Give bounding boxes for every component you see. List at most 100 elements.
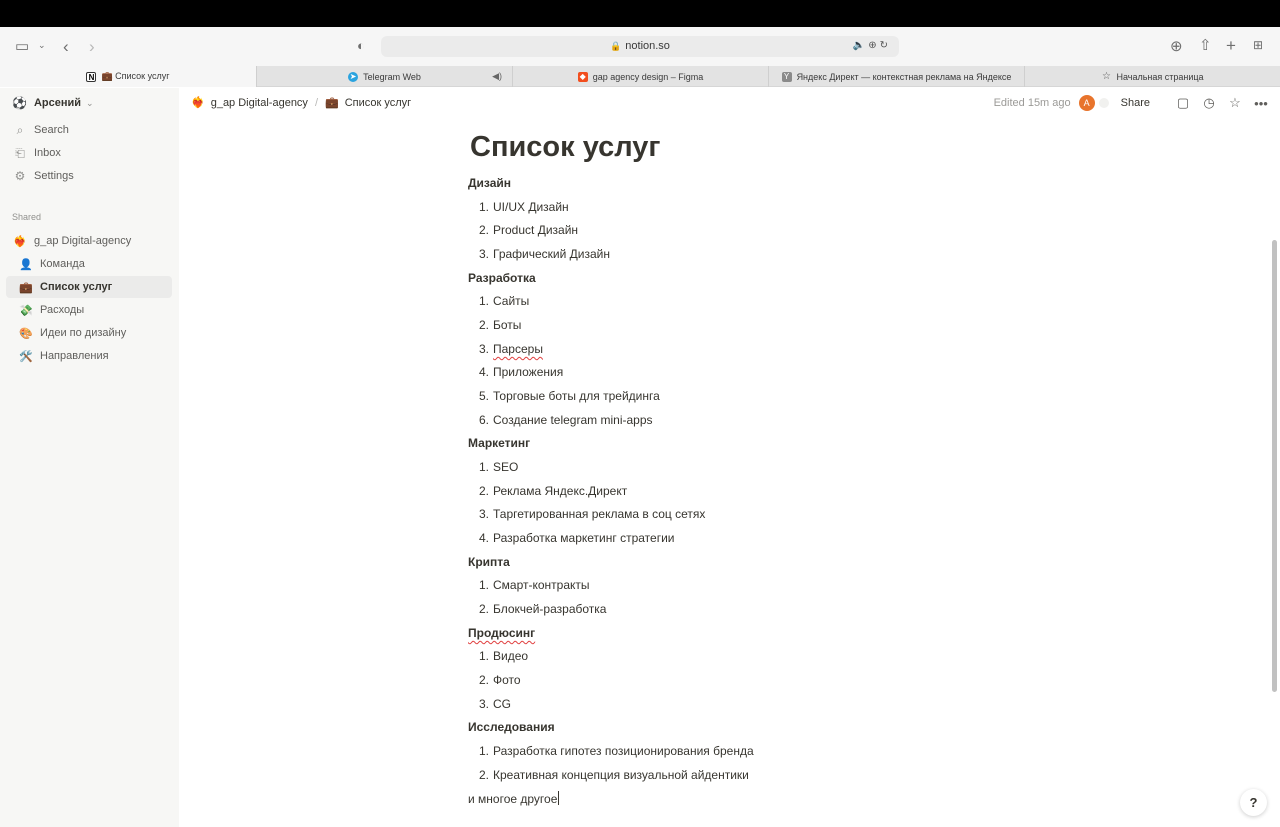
section-heading[interactable]: Крипта bbox=[468, 555, 510, 569]
chevron-down-icon[interactable]: ⌄ bbox=[38, 41, 46, 50]
audio-translate-reload-icon[interactable]: 🔈⊕↻ bbox=[853, 40, 891, 51]
comment-icon[interactable]: ▢ bbox=[1176, 95, 1190, 111]
address-bar[interactable]: 🔒 notion.so 🔈⊕↻ bbox=[381, 36, 899, 57]
list-item[interactable]: 1. Разработка гипотез позиционирования бр… bbox=[472, 744, 754, 758]
list-number: 1. bbox=[478, 578, 489, 592]
footer-paragraph[interactable]: и многое другое bbox=[468, 791, 560, 806]
list-item[interactable]: 2. Product Дизайн bbox=[472, 223, 578, 237]
section-heading[interactable]: Разработка bbox=[468, 271, 536, 285]
presence-indicator bbox=[1098, 98, 1109, 108]
list-number: 1. bbox=[478, 649, 489, 663]
list-item[interactable]: 3. Графический Дизайн bbox=[472, 247, 610, 261]
tools-icon: 🛠️ bbox=[19, 350, 33, 363]
page-header: ❤️‍🔥 g_ap Digital-agency / 💼 Список услу… bbox=[179, 88, 1280, 118]
notion-icon: N bbox=[86, 71, 97, 82]
workspace-switcher[interactable]: ⚽ Арсений ⌄ bbox=[12, 96, 94, 110]
breadcrumb-root[interactable]: g_ap Digital-agency bbox=[211, 97, 308, 109]
list-number: 2. bbox=[478, 223, 489, 237]
list-number: 1. bbox=[478, 460, 489, 474]
list-item[interactable]: 1. Смарт-контракты bbox=[472, 578, 590, 592]
list-item[interactable]: 5. Торговые боты для трейдинга bbox=[472, 389, 660, 403]
list-item[interactable]: 4. Разработка маркетинг стратегии bbox=[472, 531, 675, 545]
list-item[interactable]: 2. Креативная концепция визуальной айдент… bbox=[472, 768, 749, 782]
back-arrow-icon[interactable]: ‹ bbox=[63, 38, 69, 55]
avatar[interactable]: A bbox=[1078, 95, 1095, 111]
list-number: 6. bbox=[478, 413, 489, 427]
person-icon: 👤 bbox=[19, 258, 33, 271]
history-clock-icon[interactable]: ◷ bbox=[1202, 95, 1216, 111]
list-number: 2. bbox=[478, 602, 489, 616]
share-icon[interactable]: ⇧ bbox=[1199, 38, 1212, 53]
star-icon[interactable]: ☆ bbox=[1228, 95, 1242, 111]
tab-notion[interactable]: N 💼 Список услуг bbox=[0, 66, 256, 87]
shield-icon[interactable]: ◐ bbox=[357, 39, 365, 52]
list-number: 1. bbox=[478, 294, 489, 308]
grid-icon[interactable]: ⊞ bbox=[1253, 39, 1263, 51]
avatar: ⚽ bbox=[12, 96, 27, 110]
sidebar-item-design-ideas[interactable]: 🎨 Идеи по дизайну bbox=[6, 322, 172, 344]
sidebar-item-search[interactable]: ⌕ Search bbox=[12, 120, 69, 140]
tab-yandex-direct[interactable]: Y Яндекс Директ — контекстная реклама на… bbox=[768, 66, 1024, 87]
breadcrumb-separator: / bbox=[314, 96, 318, 109]
list-item[interactable]: 1. UI/UX Дизайн bbox=[472, 200, 569, 214]
scrollbar[interactable] bbox=[1272, 240, 1277, 692]
sidebar-item-settings[interactable]: ⚙ Settings bbox=[12, 166, 74, 186]
more-icon[interactable]: ••• bbox=[1254, 96, 1268, 111]
plus-icon[interactable]: + bbox=[1226, 37, 1236, 54]
url-text: 🔒 notion.so bbox=[610, 40, 670, 52]
list-number: 4. bbox=[478, 531, 489, 545]
list-item[interactable]: 2. Блокчей-разработка bbox=[472, 602, 606, 616]
speaker-icon[interactable]: ◀) bbox=[492, 71, 502, 82]
tab-telegram[interactable]: ➤ Telegram Web ◀) bbox=[256, 66, 512, 87]
list-item[interactable]: 4. Приложения bbox=[472, 365, 563, 379]
list-number: 3. bbox=[478, 247, 489, 261]
figma-icon: ◆ bbox=[577, 71, 588, 82]
sidebar-item-workspace-root[interactable]: ❤️‍🔥 g_ap Digital-agency bbox=[6, 230, 172, 252]
list-item[interactable]: 1. SEO bbox=[472, 460, 518, 474]
briefcase-icon: 💼 bbox=[19, 281, 33, 294]
search-icon: ⌕ bbox=[16, 122, 24, 137]
tab-bar: N 💼 Список услуг ➤ Telegram Web ◀) ◆ gap… bbox=[0, 66, 1280, 87]
money-icon: 💸 bbox=[19, 304, 33, 317]
section-heading[interactable]: Дизайн bbox=[468, 176, 511, 190]
heart-on-fire-icon: ❤️‍🔥 bbox=[13, 235, 27, 248]
tab-figma[interactable]: ◆ gap agency design – Figma bbox=[512, 66, 768, 87]
list-number: 1. bbox=[478, 200, 489, 214]
list-item[interactable]: 1. Сайты bbox=[472, 294, 529, 308]
list-number: 3. bbox=[478, 697, 489, 711]
breadcrumb-current[interactable]: Список услуг bbox=[345, 97, 411, 109]
page-title[interactable]: Список услуг bbox=[470, 131, 660, 164]
list-number: 2. bbox=[478, 768, 489, 782]
sidebar-item-expenses[interactable]: 💸 Расходы bbox=[6, 299, 172, 321]
list-number: 5. bbox=[478, 389, 489, 403]
list-item[interactable]: 2. Боты bbox=[472, 318, 521, 332]
tab-start-page[interactable]: ☆ Начальная страница bbox=[1024, 66, 1280, 87]
section-heading[interactable]: Маркетинг bbox=[468, 436, 530, 450]
sidebar-toggle-icon[interactable]: ▭ bbox=[15, 39, 29, 54]
list-item[interactable]: 2. Фото bbox=[472, 673, 521, 687]
download-icon[interactable]: ⊕ bbox=[1170, 39, 1183, 54]
section-heading[interactable]: Продюсинг bbox=[468, 626, 535, 640]
header-actions: Edited 15m ago A Share ▢ ◷ ☆ ••• bbox=[994, 95, 1268, 111]
help-button[interactable]: ? bbox=[1240, 789, 1267, 816]
list-number: 2. bbox=[478, 484, 489, 498]
edited-timestamp[interactable]: Edited 15m ago bbox=[994, 97, 1071, 109]
list-item[interactable]: 6. Создание telegram mini-apps bbox=[472, 413, 653, 427]
list-item[interactable]: 3. Парсеры bbox=[472, 342, 543, 356]
list-item[interactable]: 2. Реклама Яндекс.Директ bbox=[472, 484, 627, 498]
sidebar-item-services[interactable]: 💼 Список услуг bbox=[6, 276, 172, 298]
list-number: 2. bbox=[478, 318, 489, 332]
section-heading[interactable]: Исследования bbox=[468, 720, 555, 734]
share-button[interactable]: Share bbox=[1121, 97, 1150, 109]
list-number: 3. bbox=[478, 342, 489, 356]
forward-arrow-icon[interactable]: › bbox=[89, 38, 95, 55]
text-cursor bbox=[558, 791, 560, 805]
list-number: 1. bbox=[478, 744, 489, 758]
list-item[interactable]: 1. Видео bbox=[472, 649, 528, 663]
sidebar-item-directions[interactable]: 🛠️ Направления bbox=[6, 345, 172, 367]
list-item[interactable]: 3. CG bbox=[472, 697, 511, 711]
sidebar-item-team[interactable]: 👤 Команда bbox=[6, 253, 172, 275]
list-item[interactable]: 3. Таргетированная реклама в соц сетях bbox=[472, 507, 705, 521]
palette-icon: 🎨 bbox=[19, 327, 33, 340]
sidebar-item-inbox[interactable]: ⎗ Inbox bbox=[12, 143, 61, 163]
